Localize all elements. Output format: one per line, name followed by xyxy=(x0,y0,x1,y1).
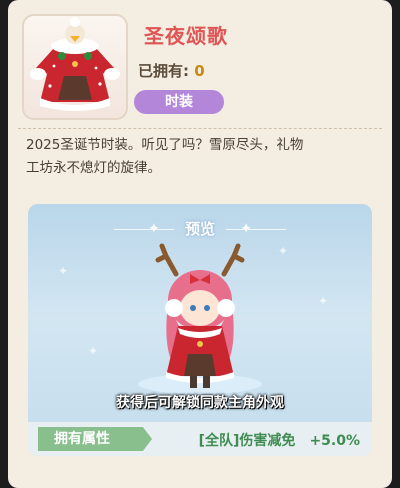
attribute-value-row: [全队]伤害减免 +5.0% xyxy=(199,430,360,450)
preview-caption: 获得后可解锁同款主角外观 xyxy=(116,395,284,411)
character-preview xyxy=(138,243,262,394)
owned-count: 0 xyxy=(194,62,205,80)
costume-icon-frame xyxy=(22,14,128,120)
owned-label: 已拥有: xyxy=(138,62,195,80)
attribute-value: +5.0% xyxy=(309,433,360,449)
description-line: 工坊永不熄灯的旋律。 xyxy=(26,160,161,176)
item-description: 2025圣诞节时装。听见了吗？雪原尽头，礼物 工坊永不熄灯的旋律。 xyxy=(26,134,376,180)
item-title: 圣夜颂歌 xyxy=(144,24,228,48)
description-line: 2025圣诞节时装。听见了吗？雪原尽头，礼物 xyxy=(26,137,304,153)
owned-count-row: 已拥有: 0 xyxy=(138,60,205,81)
attribute-bar: 拥有属性 [全队]伤害减免 +5.0% xyxy=(28,422,372,456)
attribute-label: 拥有属性 xyxy=(38,427,152,451)
preview-card[interactable]: ✦ 预览 ✦ ✦ ✦ ✦ ✦ 获得后可解锁同款主角外观 拥有属性 [全队]伤害减… xyxy=(28,204,372,456)
costume-icon xyxy=(30,17,120,111)
attribute-name: [全队]伤害减免 xyxy=(198,433,296,449)
divider xyxy=(18,128,382,129)
item-type-tag: 时装 xyxy=(134,90,224,114)
item-detail-panel: 圣夜颂歌 已拥有: 0 时装 2025圣诞节时装。听见了吗？雪原尽头，礼物 工坊… xyxy=(8,0,392,488)
